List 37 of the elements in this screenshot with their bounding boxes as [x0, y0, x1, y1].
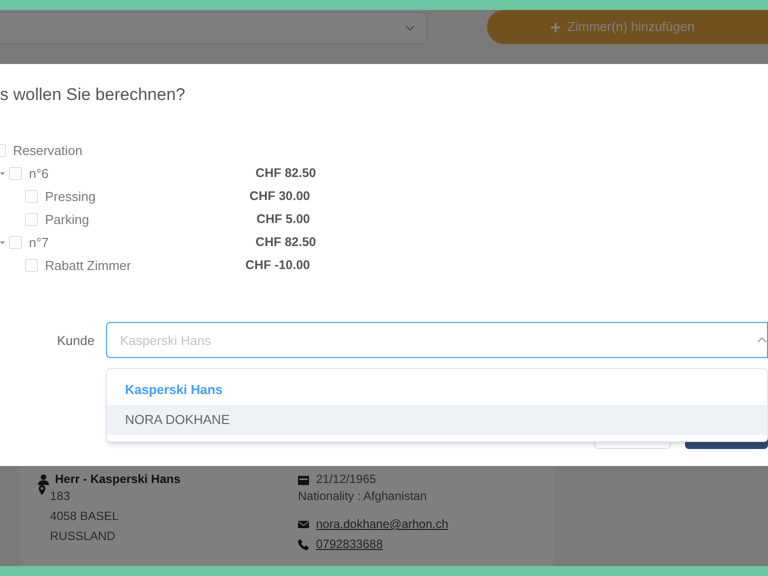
price-text: CHF 5.00 — [256, 211, 310, 228]
checkbox[interactable] — [25, 213, 38, 226]
tree-item-label: Reservation — [13, 142, 82, 160]
tree-item-label: n°6 — [29, 164, 49, 183]
address-line: RUSSLAND — [50, 528, 116, 545]
calendar-icon — [298, 474, 309, 484]
customer-select-field[interactable]: Kasperski Hans — [106, 322, 768, 358]
dialog-title: s wollen Sie berechnen? — [0, 84, 186, 106]
person-icon — [38, 474, 49, 484]
address-line: 4058 BASEL — [50, 508, 119, 525]
address-line: 183 — [50, 488, 70, 505]
customer-name: Herr - Kasperski Hans — [55, 471, 180, 488]
birth-date: 21/12/1965 — [316, 471, 376, 488]
phone-link[interactable]: 0792833688 — [316, 535, 383, 553]
checkbox[interactable] — [25, 259, 38, 272]
checkbox[interactable] — [25, 190, 38, 203]
caret-down-icon[interactable] — [0, 239, 6, 246]
tree-item-label: Rabatt Zimmer — [45, 256, 131, 275]
price-text: CHF 82.50 — [256, 165, 316, 182]
price-text: CHF -10.00 — [245, 257, 310, 274]
phone-icon — [298, 538, 309, 550]
mail-icon — [298, 518, 309, 530]
dropdown-option[interactable]: NORA DOKHANE — [107, 405, 767, 435]
price-text: CHF 30.00 — [250, 188, 310, 206]
tree-item-label: n°7 — [29, 234, 49, 252]
nationality-text: Nationality : Afghanistan — [298, 488, 427, 505]
price-text: CHF 82.50 — [256, 234, 316, 252]
checkbox[interactable] — [9, 167, 22, 180]
dropdown-option[interactable]: Kasperski Hans — [107, 375, 767, 405]
caret-down-icon[interactable] — [0, 170, 6, 177]
select-field[interactable] — [0, 12, 427, 44]
field-label: Kunde — [57, 332, 95, 350]
tree-item-label: Parking — [45, 210, 90, 229]
checkbox[interactable] — [9, 236, 22, 249]
email-link[interactable]: nora.dokhane@arhon.ch — [316, 515, 448, 533]
plus-icon — [550, 22, 562, 32]
tree-item-label: Pressing — [45, 188, 96, 206]
